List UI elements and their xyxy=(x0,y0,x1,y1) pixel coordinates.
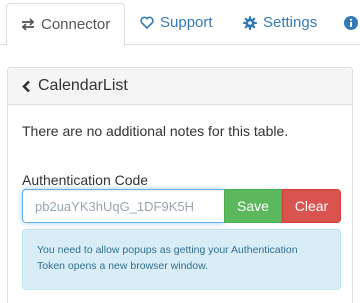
tab-settings[interactable]: Settings xyxy=(243,0,317,45)
clear-button[interactable]: Clear xyxy=(282,189,341,223)
auth-code-group: Save Clear xyxy=(22,189,341,223)
heart-icon xyxy=(140,16,154,29)
tab-info[interactable] xyxy=(344,0,360,45)
tab-support-label: Support xyxy=(160,14,213,31)
popup-info-alert: You need to allow popups as getting your… xyxy=(22,229,341,290)
exchange-icon xyxy=(21,18,35,31)
table-panel: CalendarList There are no additional not… xyxy=(7,67,353,303)
tab-bar: Connector Support Settings xyxy=(0,0,360,46)
auth-code-input[interactable] xyxy=(22,189,224,223)
tab-support[interactable]: Support xyxy=(140,0,213,45)
table-notes: There are no additional notes for this t… xyxy=(22,123,289,139)
panel-heading: CalendarList xyxy=(8,68,352,105)
tab-settings-label: Settings xyxy=(263,14,318,31)
tab-connector-label: Connector xyxy=(41,16,111,33)
table-title: CalendarList xyxy=(38,77,128,94)
gear-icon xyxy=(243,15,257,30)
auth-code-label: Authentication Code xyxy=(22,172,149,188)
save-button[interactable]: Save xyxy=(224,189,282,223)
info-icon xyxy=(344,15,358,30)
tab-connector[interactable]: Connector xyxy=(6,3,126,46)
chevron-left-icon[interactable] xyxy=(21,80,31,93)
